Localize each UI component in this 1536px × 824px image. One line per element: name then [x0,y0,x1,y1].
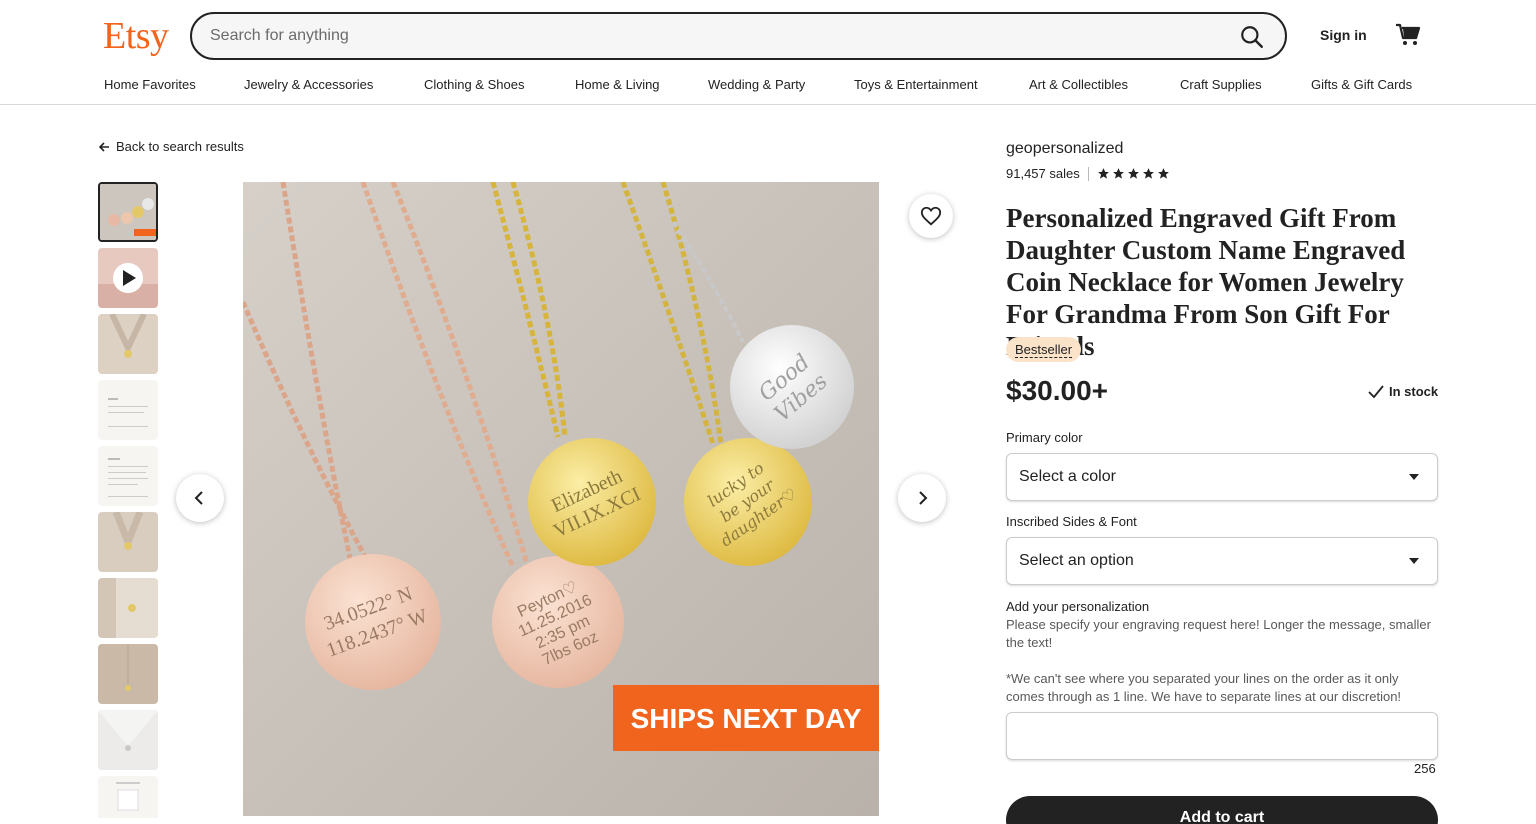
back-to-results-link[interactable]: Back to search results [98,139,244,154]
star-rating[interactable] [1097,167,1170,180]
heart-icon [920,206,942,226]
thumbnail-image [98,710,158,770]
search-icon[interactable] [1239,24,1265,50]
search-input[interactable] [210,24,1190,48]
stock-status: In stock [1368,384,1438,399]
thumbnail-image [98,578,158,638]
thumbnail-7[interactable] [98,578,158,638]
caret-down-icon [1409,558,1419,564]
nav-toys-entertainment[interactable]: Toys & Entertainment [854,77,978,92]
sales-rating-row: 91,457 sales [1006,166,1170,181]
stock-label: In stock [1389,384,1439,399]
nav-home-favorites[interactable]: Home Favorites [104,77,196,92]
personalization-help-2: *We can't see where you separated your l… [1006,671,1402,704]
star-icon [1157,168,1169,179]
bestseller-label: Bestseller [1015,342,1073,358]
inscribed-sides-font-select[interactable]: Select an option [1006,537,1438,585]
thumbnail-6[interactable] [98,512,158,572]
thumbnail-list [98,182,158,818]
star-icon [1127,168,1139,179]
cart-icon[interactable] [1394,22,1422,48]
add-to-cart-button[interactable]: Add to cart [1006,796,1438,824]
thumbnail-3[interactable] [98,314,158,374]
thumbnail-image [98,248,158,308]
star-icon [1142,168,1154,179]
sign-in-link[interactable]: Sign in [1320,27,1367,43]
inscribed-sides-font-value: Select an option [1019,552,1134,569]
arrow-left-icon [98,141,109,152]
personalization-help-1: Please specify your engraving request he… [1006,617,1431,650]
bestseller-badge[interactable]: Bestseller [1006,337,1082,362]
nav-home-living[interactable]: Home & Living [575,77,660,92]
nav-wedding-party[interactable]: Wedding & Party [708,77,805,92]
search-bar[interactable] [190,12,1287,60]
chevron-right-icon [919,491,928,505]
ships-next-day-text: SHIPS NEXT DAY [631,703,862,734]
nav-clothing-shoes[interactable]: Clothing & Shoes [424,77,524,92]
thumbnail-4[interactable] [98,380,158,440]
thumbnail-image [98,446,158,506]
sales-count: 91,457 sales [1006,166,1080,181]
nav-art-collectibles[interactable]: Art & Collectibles [1029,77,1128,92]
personalization-textarea[interactable] [1006,712,1438,760]
nav-jewelry-accessories[interactable]: Jewelry & Accessories [244,77,373,92]
thumbnail-image [98,644,158,704]
thumbnail-8[interactable] [98,644,158,704]
thumbnail-image [98,314,158,374]
thumbnail-2-video[interactable] [98,248,158,308]
primary-color-select[interactable]: Select a color [1006,453,1438,501]
thumbnail-1[interactable] [98,182,158,242]
thumbnail-image [98,512,158,572]
character-counter: 256 [1414,761,1436,776]
star-icon [1112,168,1124,179]
divider [1087,166,1089,181]
primary-color-label: Primary color [1006,430,1083,445]
etsy-logo[interactable]: Etsy [103,14,169,58]
inscribed-sides-font-label: Inscribed Sides & Font [1006,514,1137,529]
thumbnail-image [98,380,158,440]
thumbnail-9[interactable] [98,710,158,770]
chevron-left-icon [194,491,203,505]
necklace-photo: 34.0522° N 118.2437° W Peyton♡ 11.25.201… [243,182,879,816]
thumbnail-5[interactable] [98,446,158,506]
nav-craft-supplies[interactable]: Craft Supplies [1180,77,1262,92]
thumbnail-image [98,776,158,818]
star-icon [1097,168,1109,179]
back-link-label: Back to search results [116,139,244,154]
thumbnail-image [100,184,156,240]
primary-color-value: Select a color [1019,468,1116,485]
nav-gifts-gift-cards[interactable]: Gifts & Gift Cards [1311,77,1412,92]
product-price: $30.00+ [1006,375,1108,406]
next-image-button[interactable] [898,474,946,522]
check-icon [1368,384,1384,398]
product-main-image: 34.0522° N 118.2437° W Peyton♡ 11.25.201… [243,182,879,816]
previous-image-button[interactable] [176,474,224,522]
personalization-label: Add your personalization [1006,599,1150,614]
favorite-button[interactable] [909,194,953,238]
thumbnail-10[interactable] [98,776,158,818]
caret-down-icon [1409,474,1419,480]
shop-name-link[interactable]: geopersonalized [1006,140,1123,158]
category-nav: Home Favorites Jewelry & Accessories Clo… [0,70,1536,105]
